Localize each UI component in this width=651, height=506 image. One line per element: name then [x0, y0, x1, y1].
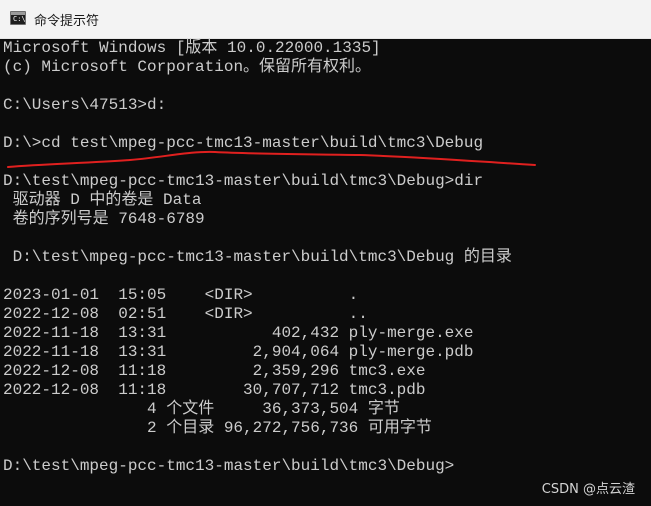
window-title: 命令提示符 [34, 14, 100, 29]
console-line: D:\test\mpeg-pcc-tmc13-master\build\tmc3… [3, 172, 484, 190]
console-line: Microsoft Windows [版本 10.0.22000.1335] [3, 39, 381, 57]
cmd-icon-prompt: C:\ [13, 15, 26, 23]
cmd-window: C:\ 命令提示符 Microsoft Windows [版本 10.0.220… [0, 0, 651, 506]
console-line: 2 个目录 96,272,756,736 可用字节 [3, 419, 432, 437]
console-line: 2022-12-08 02:51 <DIR> .. [3, 305, 368, 323]
console-line: 2022-12-08 11:18 2,359,296 tmc3.exe [3, 362, 426, 380]
console-line: 卷的序列号是 7648-6789 [3, 210, 205, 228]
console-output[interactable]: Microsoft Windows [版本 10.0.22000.1335] (… [0, 39, 651, 506]
cmd-icon: C:\ [10, 11, 26, 25]
console-line: 驱动器 D 中的卷是 Data [3, 191, 202, 209]
csdn-watermark: CSDN @点云渣 [541, 482, 635, 497]
console-line: D:\>cd test\mpeg-pcc-tmc13-master\build\… [3, 134, 484, 152]
console-line: 2022-11-18 13:31 2,904,064 ply-merge.pdb [3, 343, 474, 361]
console-line: 2022-11-18 13:31 402,432 ply-merge.exe [3, 324, 474, 342]
console-line: (c) Microsoft Corporation。保留所有权利。 [3, 58, 372, 76]
console-line: 2022-12-08 11:18 30,707,712 tmc3.pdb [3, 381, 426, 399]
console-line: C:\Users\47513>d: [3, 96, 167, 114]
console-line: 2023-01-01 15:05 <DIR> . [3, 286, 359, 304]
title-bar[interactable]: C:\ 命令提示符 [0, 0, 651, 39]
console-line: 4 个文件 36,373,504 字节 [3, 400, 400, 418]
console-line: D:\test\mpeg-pcc-tmc13-master\build\tmc3… [3, 457, 455, 475]
console-line: D:\test\mpeg-pcc-tmc13-master\build\tmc3… [3, 248, 512, 266]
